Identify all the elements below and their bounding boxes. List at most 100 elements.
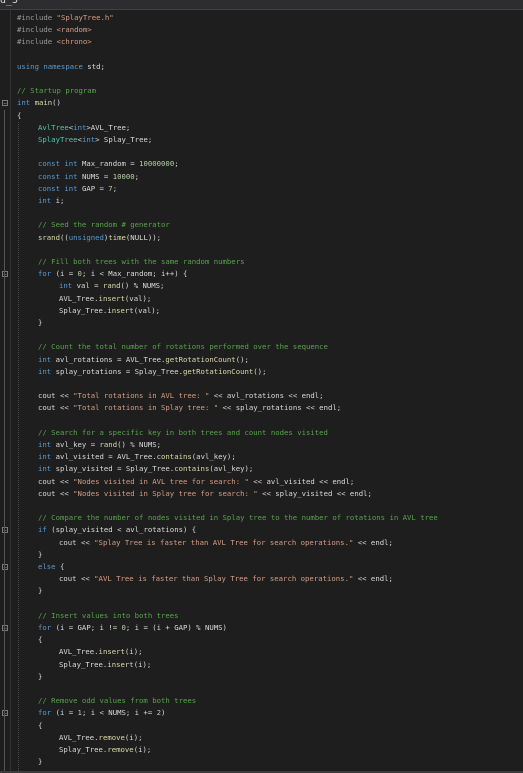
code-line[interactable]: int avl_visited = AVL_Tree.contains(avl_… xyxy=(0,451,523,463)
code-token: << endl; xyxy=(353,537,393,547)
code-line[interactable]: { xyxy=(0,720,523,732)
code-line[interactable]: − for (i = GAP; i != 0; i = (i + GAP) % N… xyxy=(0,622,523,634)
code-line[interactable]: // Remove odd values from both trees xyxy=(0,695,523,707)
code-token: } xyxy=(38,318,43,327)
code-text: AvlTree<int>AVL_Tree; xyxy=(38,122,130,134)
fold-toggle-icon[interactable]: − xyxy=(2,271,8,278)
code-line[interactable]: AVL_Tree.insert(val); xyxy=(0,293,523,305)
code-line[interactable]: } xyxy=(0,585,523,597)
code-line[interactable]: Splay_Tree.insert(i); xyxy=(0,659,523,671)
tab-bar: d_5 xyxy=(0,0,523,10)
code-line[interactable]: const int Max_random = 10000000; xyxy=(0,158,523,170)
code-line[interactable] xyxy=(0,329,523,341)
code-token: rand xyxy=(102,281,121,291)
fold-toggle-icon[interactable]: − xyxy=(2,710,8,717)
code-line[interactable]: − if (splay_visited < avl_rotations) { xyxy=(0,524,523,536)
code-line[interactable]: } xyxy=(0,317,523,329)
code-line[interactable]: − for (i = 1; i < NUMS; i += 2) xyxy=(0,707,523,719)
code-text: cout << "AVL Tree is faster than Splay T… xyxy=(59,573,393,585)
code-token: const int xyxy=(38,183,82,193)
code-text: int val = rand() % NUMS; xyxy=(59,280,164,292)
code-token: << avl_visited << endl; xyxy=(248,476,355,486)
code-line[interactable] xyxy=(0,500,523,512)
code-line[interactable]: int i; xyxy=(0,195,523,207)
code-line[interactable]: #include <chrono> xyxy=(0,36,523,48)
code-token: AVL_Tree. xyxy=(59,293,99,303)
file-tab-fragment[interactable]: d_5 xyxy=(0,0,18,6)
code-line[interactable]: − else { xyxy=(0,561,523,573)
code-line[interactable] xyxy=(0,378,523,390)
code-line[interactable] xyxy=(0,73,523,85)
fold-toggle-icon[interactable]: − xyxy=(2,100,8,107)
code-line[interactable] xyxy=(0,683,523,695)
code-line[interactable]: // Fill both trees with the same random … xyxy=(0,256,523,268)
code-line[interactable] xyxy=(0,49,523,61)
code-line[interactable]: cout << "Splay Tree is faster than AVL T… xyxy=(0,537,523,549)
code-line[interactable]: cout << "AVL Tree is faster than Splay T… xyxy=(0,573,523,585)
code-text: } xyxy=(38,671,42,683)
code-line[interactable]: const int NUMS = 10000; xyxy=(0,171,523,183)
code-token: // Startup program xyxy=(17,86,97,96)
code-editor[interactable]: d_5 #include "SplayTree.h" #include <rand… xyxy=(0,0,523,773)
code-line[interactable]: − for (i = 0; i < Max_random; i++) { xyxy=(0,268,523,280)
code-line[interactable] xyxy=(0,244,523,256)
code-line[interactable]: // Seed the random # generator xyxy=(0,219,523,231)
code-line[interactable]: } xyxy=(0,549,523,561)
code-line[interactable] xyxy=(0,415,523,427)
code-line[interactable]: // Insert values into both trees xyxy=(0,610,523,622)
code-line[interactable]: int splay_visited = Splay_Tree.contains(… xyxy=(0,463,523,475)
code-line[interactable]: // Compare the number of nodes visited i… xyxy=(0,512,523,524)
code-token: insert xyxy=(98,647,125,657)
code-line[interactable]: Splay_Tree.remove(i); xyxy=(0,744,523,756)
fold-toggle-icon[interactable]: − xyxy=(2,625,8,632)
code-token: avl_key = xyxy=(55,440,100,449)
code-line[interactable]: cout << "Total rotations in AVL tree: " … xyxy=(0,390,523,402)
code-line[interactable]: cout << "Total rotations in Splay tree: … xyxy=(0,402,523,414)
code-line[interactable] xyxy=(0,146,523,158)
code-line[interactable]: #include <random> xyxy=(0,24,523,36)
code-line[interactable]: using namespace std; xyxy=(0,61,523,73)
code-line[interactable]: { xyxy=(0,634,523,646)
code-line[interactable]: // Search for a specific key in both tre… xyxy=(0,427,523,439)
code-line[interactable]: AVL_Tree.remove(i); xyxy=(0,732,523,744)
code-token: { xyxy=(38,635,43,645)
fold-toggle-icon[interactable]: − xyxy=(2,527,8,534)
code-token: () % NUMS; xyxy=(120,281,165,291)
code-text: for (i = 1; i < NUMS; i += 2) xyxy=(38,707,165,719)
code-line[interactable]: AvlTree<int>AVL_Tree; xyxy=(0,122,523,134)
code-token: ; xyxy=(174,159,179,169)
fold-toggle-icon[interactable]: − xyxy=(2,564,8,571)
code-token: main xyxy=(34,98,53,108)
code-text: int avl_rotations = AVL_Tree.getRotation… xyxy=(38,354,249,366)
code-line[interactable] xyxy=(0,207,523,219)
code-token: int xyxy=(73,122,87,132)
code-token: AvlTree xyxy=(38,122,69,132)
code-line[interactable]: int splay_rotations = Splay_Tree.getRota… xyxy=(0,366,523,378)
code-line[interactable]: } xyxy=(0,756,523,768)
code-line[interactable]: const int GAP = 7; xyxy=(0,183,523,195)
code-line[interactable]: // Count the total number of rotations p… xyxy=(0,341,523,353)
code-text: cout << "Splay Tree is faster than AVL T… xyxy=(59,537,393,549)
code-line[interactable]: cout << "Nodes visited in AVL tree for s… xyxy=(0,476,523,488)
code-token: "Splay Tree is faster than AVL Tree for … xyxy=(94,537,354,547)
code-text: #include "SplayTree.h" xyxy=(17,12,114,24)
code-line[interactable]: int avl_key = rand() % NUMS; xyxy=(0,439,523,451)
code-token: () % NUMS; xyxy=(117,440,162,449)
code-line[interactable]: − int main() xyxy=(0,97,523,109)
code-text: AVL_Tree.insert(val); xyxy=(59,293,151,305)
code-token: const int xyxy=(38,171,82,181)
code-line[interactable]: int val = rand() % NUMS; xyxy=(0,280,523,292)
code-line[interactable]: { xyxy=(0,110,523,122)
code-line[interactable]: srand((unsigned)time(NULL)); xyxy=(0,232,523,244)
code-line[interactable]: } xyxy=(0,671,523,683)
code-token: ; xyxy=(134,171,140,181)
code-line[interactable]: int avl_rotations = AVL_Tree.getRotation… xyxy=(0,354,523,366)
code-line[interactable]: // Startup program xyxy=(0,85,523,97)
code-line[interactable]: AVL_Tree.insert(i); xyxy=(0,646,523,658)
code-line[interactable]: Splay_Tree.insert(val); xyxy=(0,305,523,317)
code-token: // Compare the number of nodes visited i… xyxy=(38,513,438,523)
code-line[interactable]: #include "SplayTree.h" xyxy=(0,12,523,24)
code-line[interactable] xyxy=(0,598,523,610)
code-line[interactable]: SplayTree<int> Splay_Tree; xyxy=(0,134,523,146)
code-line[interactable]: cout << "Nodes visited in Splay tree for… xyxy=(0,488,523,500)
